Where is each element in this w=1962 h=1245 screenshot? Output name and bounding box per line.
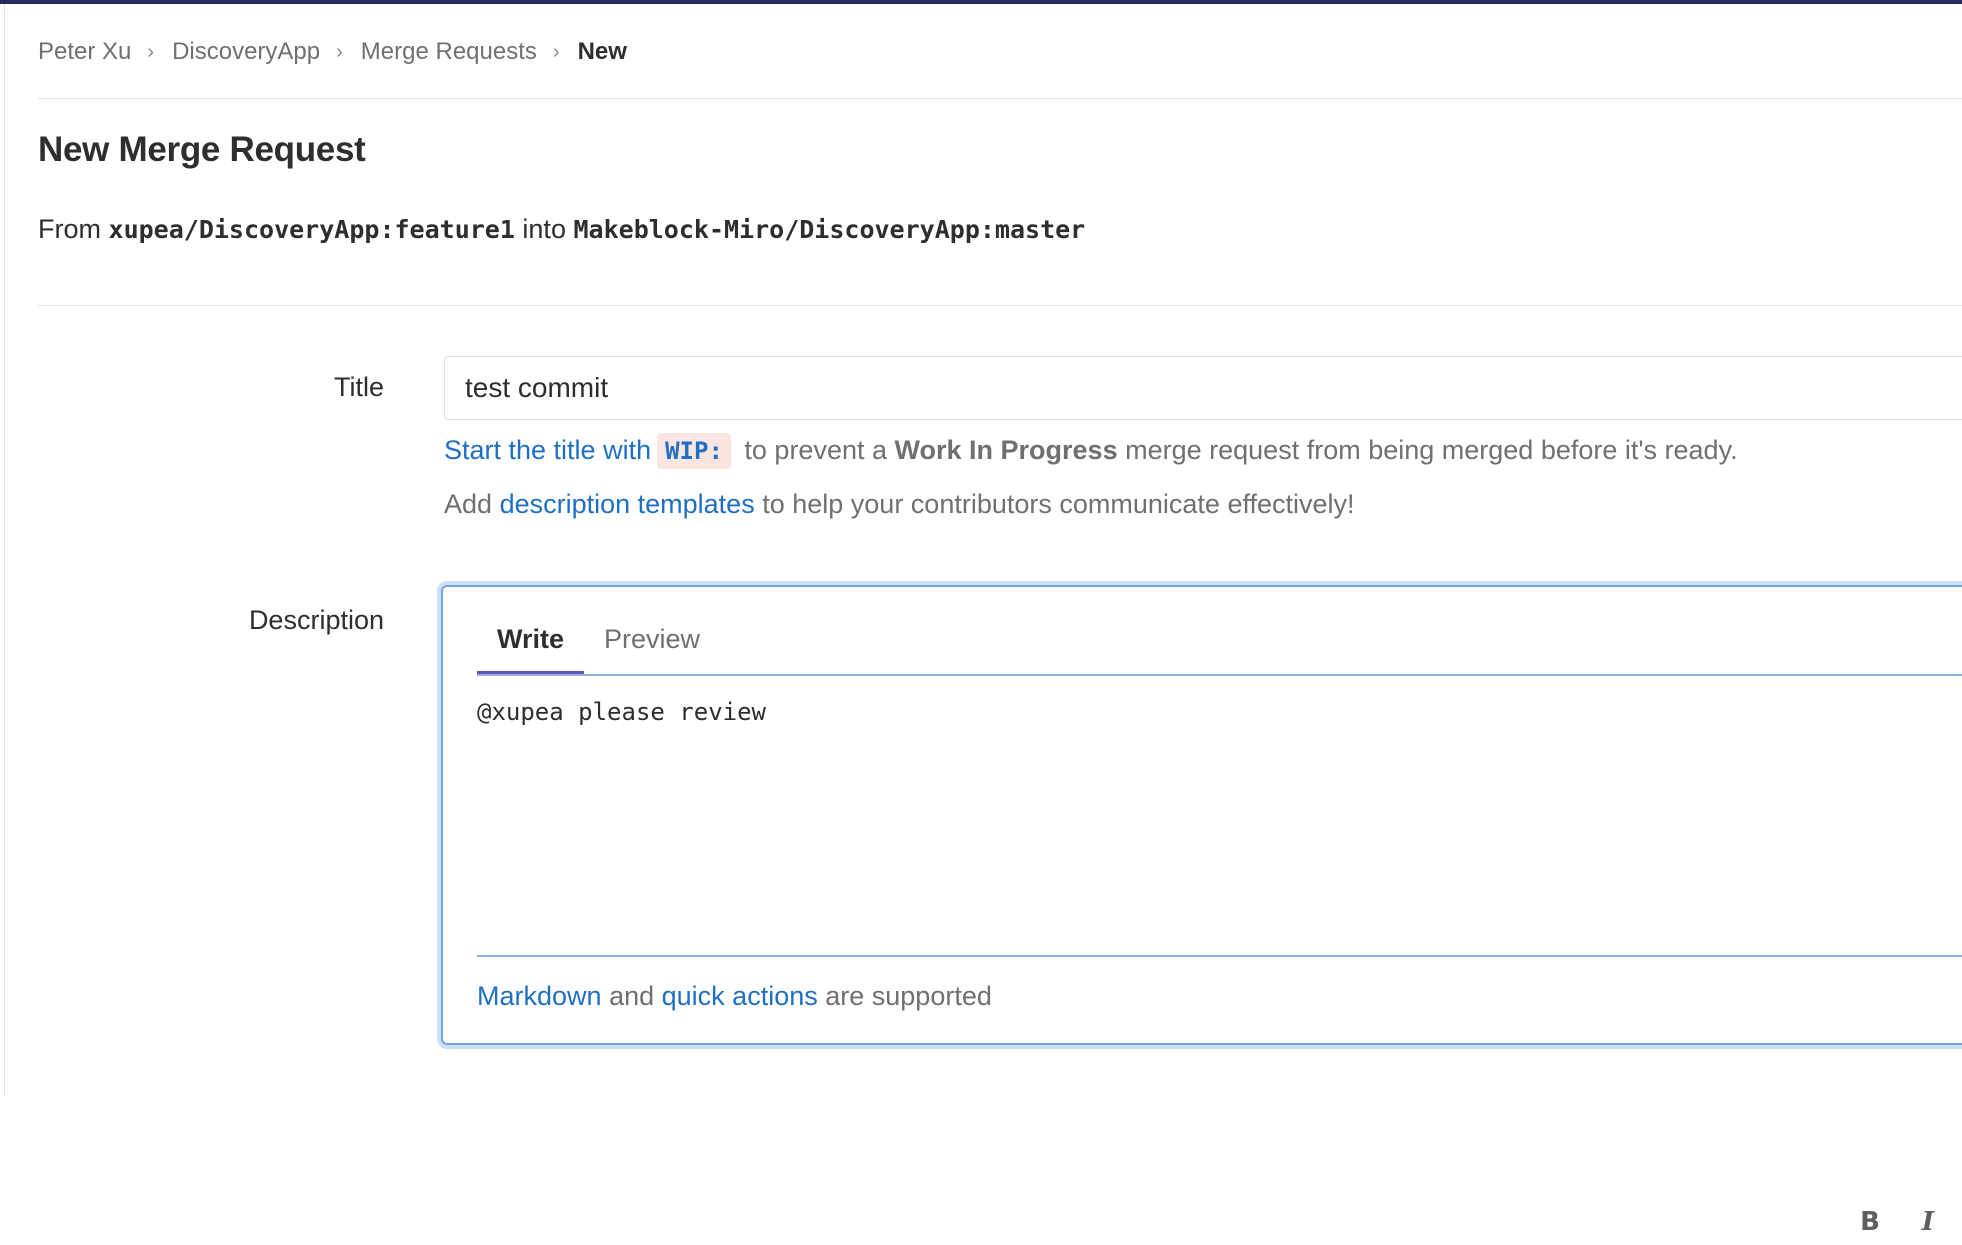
title-label: Title — [333, 372, 384, 402]
wip-hint-strong: Work In Progress — [894, 435, 1118, 465]
editor-footer-divider — [477, 955, 1962, 957]
footer-suffix: are supported — [825, 981, 992, 1011]
wip-hint-end: merge request from being merged before i… — [1125, 435, 1738, 465]
divider — [38, 305, 1962, 306]
breadcrumb: Peter Xu › DiscoveryApp › Merge Requests… — [38, 36, 627, 68]
chevron-right-icon: › — [147, 41, 155, 63]
top-navigation-bar — [0, 0, 1962, 4]
target-branch: Makeblock-Miro/DiscoveryApp:master — [573, 215, 1086, 244]
editor-tabs: Write Preview — [477, 587, 720, 675]
chevron-right-icon: › — [336, 41, 343, 63]
templates-hint-suffix: to help your contributors communicate ef… — [762, 489, 1355, 519]
title-input[interactable] — [444, 356, 1962, 420]
wip-hint-link[interactable]: Start the title with — [444, 435, 651, 465]
tab-preview[interactable]: Preview — [584, 624, 720, 675]
markdown-toolbar: B I ❞ — [1827, 1201, 1962, 1243]
chevron-right-icon: › — [552, 41, 560, 63]
page-title: New Merge Request — [38, 130, 366, 169]
italic-icon[interactable]: I — [1913, 1207, 1943, 1237]
breadcrumb-merge-requests[interactable]: Merge Requests — [361, 38, 537, 66]
templates-hint-prefix: Add — [444, 489, 493, 519]
into-label: into — [522, 214, 566, 244]
sidebar-edge — [4, 4, 5, 1096]
branch-info: From xupea/DiscoveryApp:feature1 into Ma… — [38, 214, 1085, 245]
quick-actions-link[interactable]: quick actions — [662, 981, 818, 1011]
breadcrumb-project[interactable]: DiscoveryApp — [172, 38, 320, 66]
tab-write[interactable]: Write — [477, 624, 585, 675]
divider — [38, 98, 1962, 99]
description-templates-link[interactable]: description templates — [500, 489, 755, 519]
wip-code[interactable]: WIP: — [657, 433, 731, 469]
from-label: From — [38, 214, 101, 244]
wip-hint-middle: to prevent a — [744, 435, 887, 465]
footer-and: and — [609, 981, 655, 1011]
markdown-link[interactable]: Markdown — [477, 981, 602, 1011]
description-label: Description — [248, 605, 384, 635]
tabs-divider — [477, 674, 1962, 676]
breadcrumb-current[interactable]: New — [578, 38, 627, 66]
breadcrumb-user[interactable]: Peter Xu — [38, 38, 131, 66]
description-textarea[interactable]: @xupea please review — [477, 698, 1962, 948]
editor-footer: Markdown and quick actions are supported — [477, 981, 992, 1012]
bold-icon[interactable]: B — [1855, 1207, 1885, 1237]
source-branch: xupea/DiscoveryApp:feature1 — [108, 215, 515, 244]
templates-hint: Add description templates to help your c… — [444, 489, 1355, 520]
wip-hint: Start the title with WIP: to prevent a Wo… — [444, 433, 1738, 469]
